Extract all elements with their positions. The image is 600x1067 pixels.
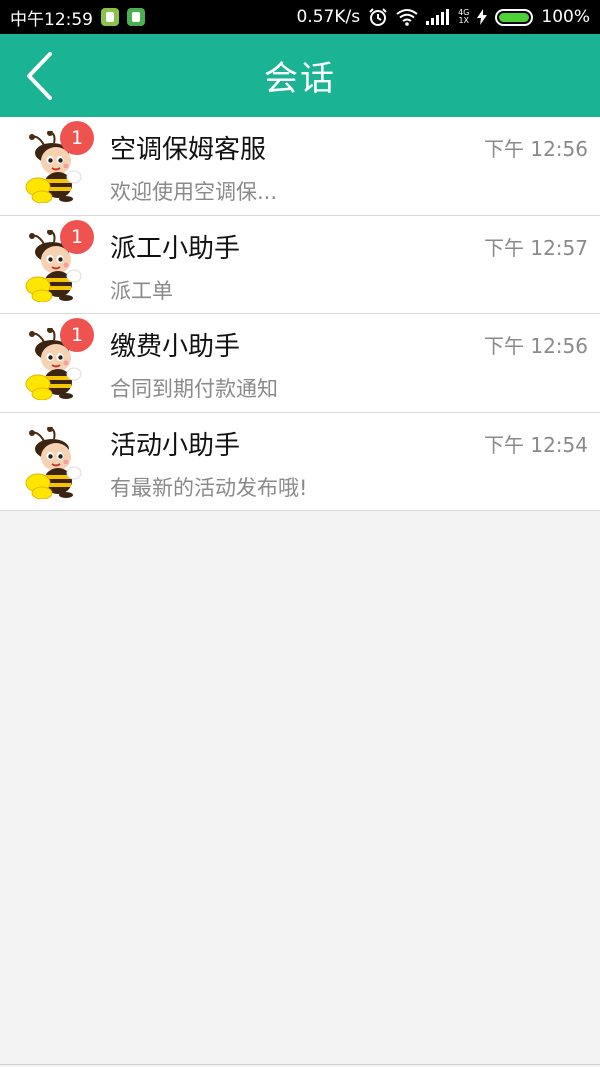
charging-icon	[477, 9, 488, 25]
alarm-icon	[368, 7, 388, 27]
conversation-item[interactable]: 1 派工小助手派工单 下午 12:57	[0, 215, 600, 314]
conversation-time: 下午 12:54	[484, 432, 588, 457]
app-notification-icon	[101, 8, 119, 26]
chevron-left-icon	[27, 52, 52, 100]
conversation-preview: 有最新的活动发布哦!	[110, 475, 308, 500]
conversation-preview: 合同到期付款通知	[110, 377, 278, 401]
conversation-list: 1 空调保姆客服 欢迎使用空调保... 下午 12:56 1 派工小助手 派工单 下午 12…	[0, 117, 600, 511]
page-title: 会话	[264, 59, 336, 99]
network-type: 4G 1X	[458, 9, 469, 25]
network-speed: 0.57K/s	[296, 7, 361, 27]
status-bar: 中午12:59 0.57K/s 4G 1X 100%	[0, 0, 600, 34]
status-left: 中午12:59	[10, 5, 145, 30]
conversation-name: 派工小助手	[110, 233, 241, 264]
app-header: 会话	[0, 34, 600, 117]
conversation-time: 下午 12:56	[484, 137, 588, 161]
wifi-icon	[396, 8, 418, 26]
app-notification-icon	[127, 8, 145, 26]
conversation-preview: 派工单	[110, 278, 173, 303]
signal-icon	[426, 9, 450, 25]
bottom-divider	[0, 1064, 600, 1065]
conversation-item[interactable]: 活动小助手有最新的活动发布哦! 下午 12:54	[0, 412, 600, 511]
status-right: 0.57K/s 4G 1X 100%	[297, 7, 591, 27]
conversation-time: 下午 12:56	[484, 334, 588, 358]
conversation-name: 空调保姆客服	[110, 135, 267, 165]
back-button[interactable]	[14, 48, 64, 104]
conversation-time: 下午 12:57	[484, 235, 588, 260]
conversation-item[interactable]: 1 空调保姆客服欢迎使用空调保... 下午 12:56	[0, 117, 600, 216]
network-type-bottom: 1X	[458, 16, 470, 25]
conversation-preview: 欢迎使用空调保...	[110, 180, 278, 204]
unread-badge: 1	[60, 121, 94, 155]
avatar	[22, 425, 90, 499]
battery-percent: 100%	[541, 7, 590, 27]
conversation-item[interactable]: 1 缴费小助手合同到期付款通知 下午 12:56	[0, 314, 600, 413]
conversation-name: 活动小助手	[110, 430, 241, 461]
status-time: 中午12:59	[10, 9, 93, 30]
unread-badge: 1	[60, 219, 94, 254]
battery-icon	[495, 8, 534, 26]
battery-fill	[499, 12, 530, 22]
unread-badge: 1	[60, 318, 94, 352]
conversation-name: 缴费小助手	[110, 332, 241, 362]
